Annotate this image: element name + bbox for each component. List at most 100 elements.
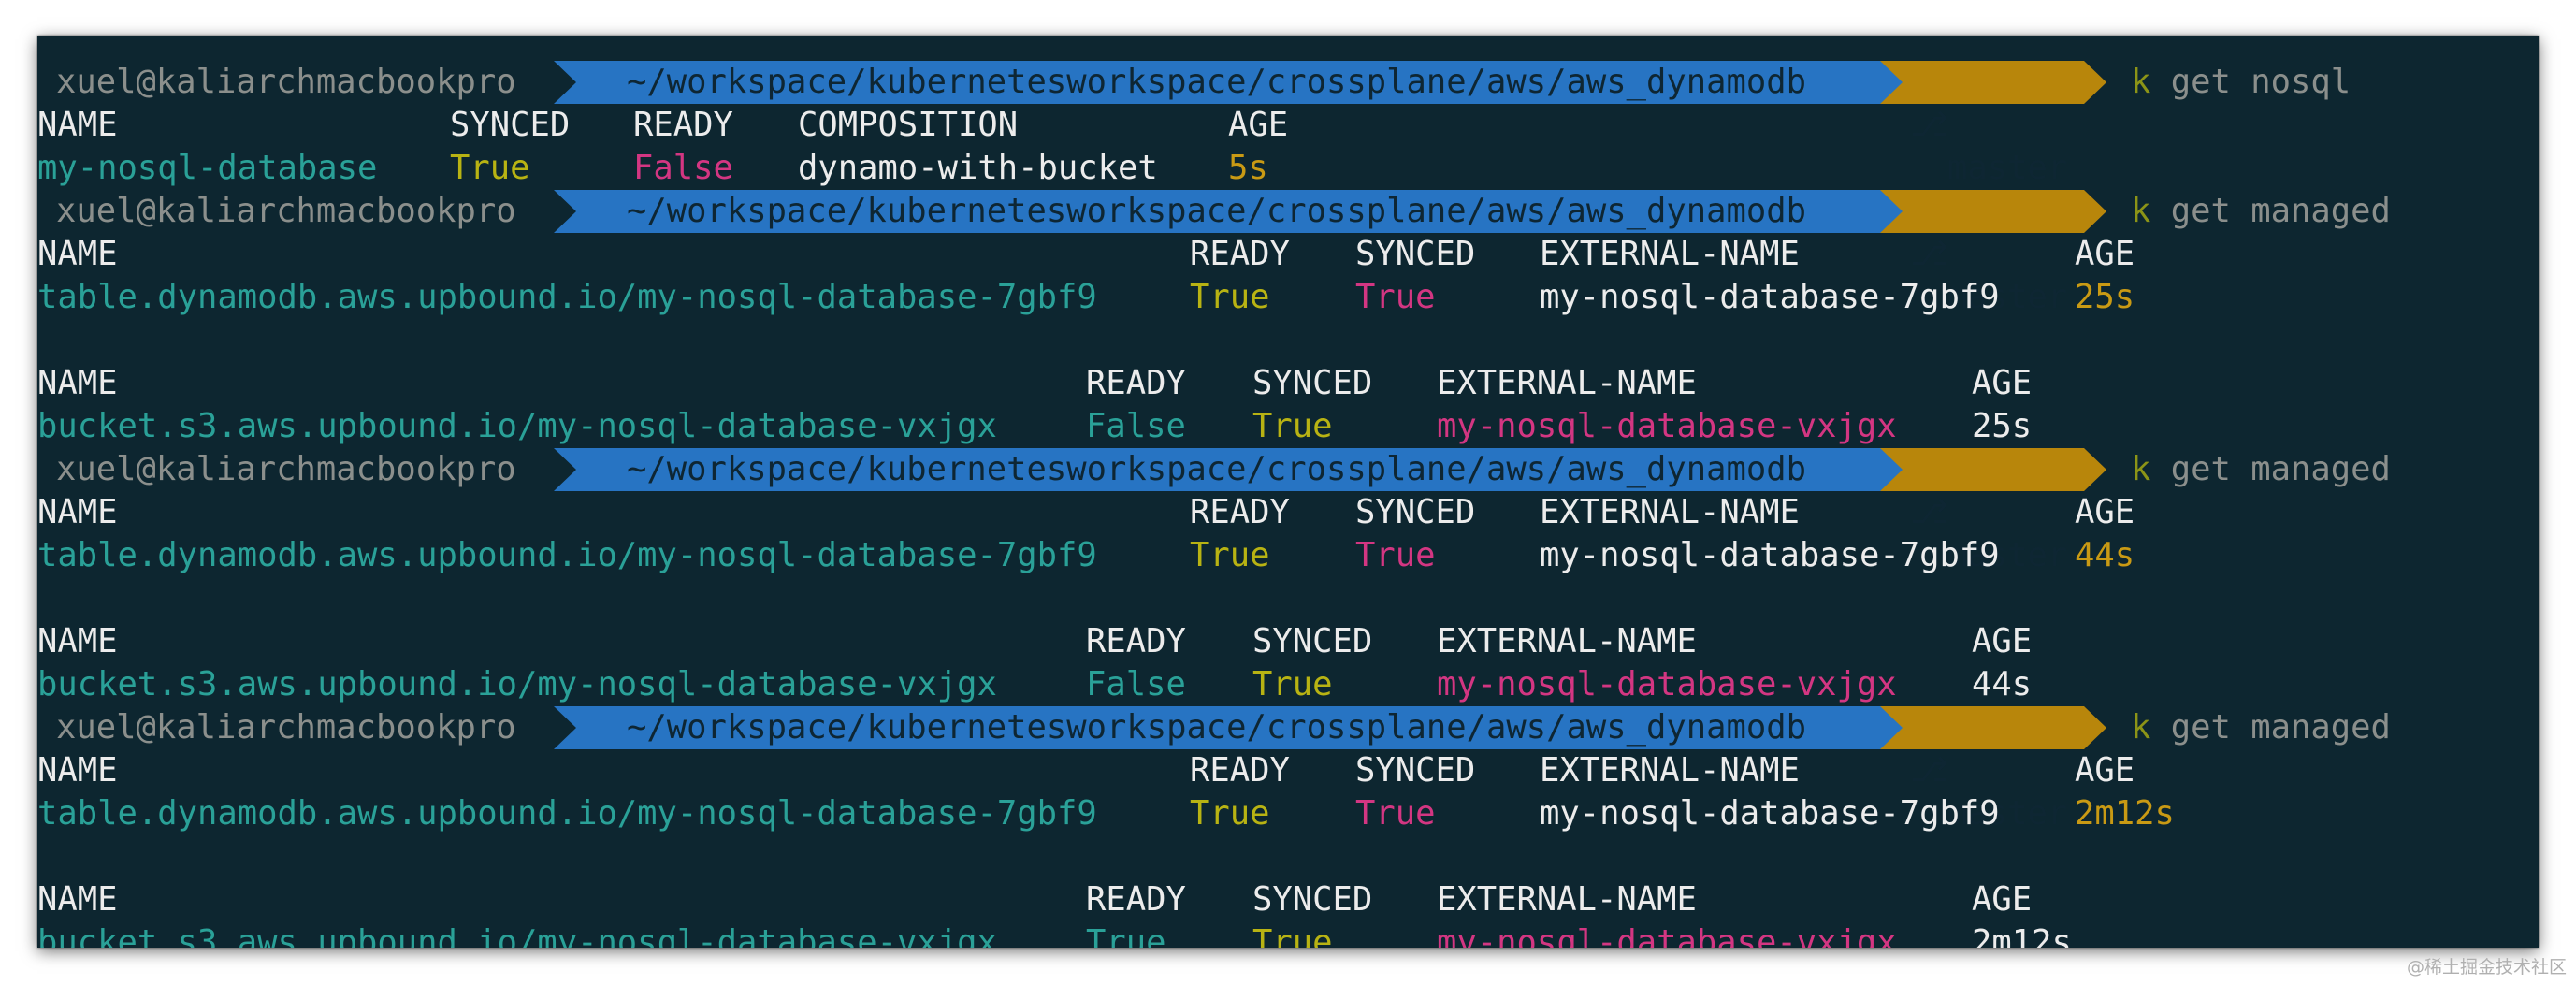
prompt-line-3: xuel@kaliarchmacbookpro ~/workspace/kube… [37, 448, 2539, 574]
col-header: SYNCED [450, 106, 571, 144]
cell-age: 44s [2075, 536, 2135, 574]
table-header-row: NAME READY SYNCED EXTERNAL-NAME AGE [37, 491, 2539, 534]
command-args: get managed [2170, 192, 2391, 230]
bucket-header-row: NAME READY SYNCED EXTERNAL-NAME AGE [37, 878, 2539, 921]
command: k get nosql [2131, 61, 2351, 104]
table-header-row: NAME READY SYNCED EXTERNAL-NAME AGE [37, 749, 2539, 792]
cell-age: 2m12s [2075, 794, 2175, 833]
prompt-host-segment: xuel@kaliarchmacbookpro [37, 61, 554, 104]
scrolled-top-edge [37, 36, 2539, 43]
cell-name: bucket.s3.aws.upbound.io/my-nosql-databa… [37, 923, 997, 948]
cell-ready: True [1190, 278, 1270, 316]
cell-external-name: my-nosql-database-vxjgx [1437, 407, 1897, 445]
command-alias: k [2131, 450, 2151, 488]
segment-separator-arrow [554, 61, 576, 104]
col-header: AGE [1972, 622, 2033, 660]
col-header: NAME [37, 493, 118, 531]
col-header: SYNCED [1355, 235, 1476, 273]
cell-name: bucket.s3.aws.upbound.io/my-nosql-databa… [37, 665, 997, 703]
cell-synced: True [1355, 536, 1436, 574]
col-header: READY [1086, 364, 1186, 402]
command-args: get managed [2170, 708, 2391, 747]
cell-ready: False [1086, 407, 1186, 445]
cell-ready: True [1190, 794, 1270, 833]
cell-external-name: my-nosql-database-vxjgx [1437, 665, 1897, 703]
prompt-host-segment: xuel@kaliarchmacbookpro [37, 190, 554, 233]
prompt-path: ~/workspace/kubernetesworkspace/crosspla… [627, 63, 1806, 101]
col-header: COMPOSITION [798, 106, 1019, 144]
table-row: table.dynamodb.aws.upbound.io/my-nosql-d… [37, 276, 2539, 319]
cell-composition: dynamo-with-bucket [798, 149, 1158, 187]
command: k get managed [2131, 448, 2391, 491]
col-header: READY [633, 106, 733, 144]
col-header: SYNCED [1252, 880, 1373, 919]
table-header-row: NAME READY SYNCED EXTERNAL-NAME AGE [37, 233, 2539, 276]
cell-ready: True [1190, 536, 1270, 574]
col-header: EXTERNAL-NAME [1437, 364, 1697, 402]
col-header: EXTERNAL-NAME [1540, 493, 1800, 531]
col-header: SYNCED [1355, 493, 1476, 531]
cell-synced: True [1252, 923, 1333, 948]
prompt-git-segment: ⎇ master [1880, 706, 2084, 833]
prompt-line-2: xuel@kaliarchmacbookpro ~/workspace/kube… [37, 190, 2539, 316]
cell-age: 25s [2075, 278, 2135, 316]
col-header: AGE [1972, 880, 2033, 919]
bucket-header-row: NAME READY SYNCED EXTERNAL-NAME AGE [37, 620, 2539, 663]
nosql-header-row: NAME SYNCED READY COMPOSITION AGE [37, 104, 2539, 147]
bucket-row: bucket.s3.aws.upbound.io/my-nosql-databa… [37, 663, 2539, 706]
col-header: AGE [2075, 493, 2135, 531]
col-header: EXTERNAL-NAME [1437, 880, 1697, 919]
cell-external-name: my-nosql-database-7gbf9 [1540, 794, 2000, 833]
col-header: EXTERNAL-NAME [1540, 751, 1800, 790]
col-header: AGE [2075, 235, 2135, 273]
col-header: NAME [37, 364, 118, 402]
segment-separator-arrow [1880, 61, 1903, 104]
cell-age: 5s [1228, 149, 1268, 187]
prompt-host: xuel@kaliarchmacbookpro [56, 192, 516, 230]
command-args: get managed [2170, 450, 2391, 488]
terminal-window[interactable]: xuel@kaliarchmacbookpro ~/workspace/kube… [37, 36, 2539, 948]
bucket-header-row: NAME READY SYNCED EXTERNAL-NAME AGE [37, 362, 2539, 405]
col-header: AGE [1228, 106, 1289, 144]
col-header: READY [1086, 622, 1186, 660]
table-row: table.dynamodb.aws.upbound.io/my-nosql-d… [37, 534, 2539, 577]
table-row: table.dynamodb.aws.upbound.io/my-nosql-d… [37, 792, 2539, 835]
prompt-host: xuel@kaliarchmacbookpro [56, 450, 516, 488]
cell-external-name: my-nosql-database-vxjgx [1437, 923, 1897, 948]
prompt-path: ~/workspace/kubernetesworkspace/crosspla… [627, 192, 1806, 230]
prompt-host: xuel@kaliarchmacbookpro [56, 708, 516, 747]
cell-ready: False [633, 149, 733, 187]
prompt-git-segment: ⎇ master [1880, 190, 2084, 316]
segment-separator-arrow [2084, 706, 2106, 749]
cell-synced: True [450, 149, 530, 187]
col-header: SYNCED [1252, 622, 1373, 660]
command-alias: k [2131, 63, 2151, 101]
col-header: NAME [37, 622, 118, 660]
segment-separator-arrow [1880, 706, 1903, 749]
prompt-git-segment: ⎇ master [1880, 61, 2084, 187]
command: k get managed [2131, 190, 2391, 233]
col-header: READY [1086, 880, 1186, 919]
prompt: xuel@kaliarchmacbookpro ~/workspace/kube… [37, 61, 2539, 187]
prompt-host: xuel@kaliarchmacbookpro [56, 63, 516, 101]
command-alias: k [2131, 192, 2151, 230]
cell-synced: True [1252, 665, 1333, 703]
segment-separator-arrow [554, 190, 576, 233]
prompt-host-segment: xuel@kaliarchmacbookpro [37, 706, 554, 749]
bucket-row: bucket.s3.aws.upbound.io/my-nosql-databa… [37, 405, 2539, 448]
command: k get managed [2131, 706, 2391, 749]
segment-separator-arrow [1880, 448, 1903, 491]
col-header: NAME [37, 751, 118, 790]
bucket-row: bucket.s3.aws.upbound.io/my-nosql-databa… [37, 921, 2539, 948]
prompt-line-4: xuel@kaliarchmacbookpro ~/workspace/kube… [37, 706, 2539, 833]
watermark: @稀土掘金技术社区 [2406, 957, 2567, 978]
command-args: get nosql [2170, 63, 2352, 101]
cell-ready: True [1086, 923, 1166, 948]
prompt-git-segment: ⎇ master [1880, 448, 2084, 574]
col-header: NAME [37, 106, 118, 144]
col-header: READY [1190, 751, 1290, 790]
cell-age: 25s [1972, 407, 2033, 445]
segment-separator-arrow [2084, 61, 2106, 104]
nosql-row: my-nosql-database True False dynamo-with… [37, 147, 2539, 190]
prompt-host-segment: xuel@kaliarchmacbookpro [37, 448, 554, 491]
